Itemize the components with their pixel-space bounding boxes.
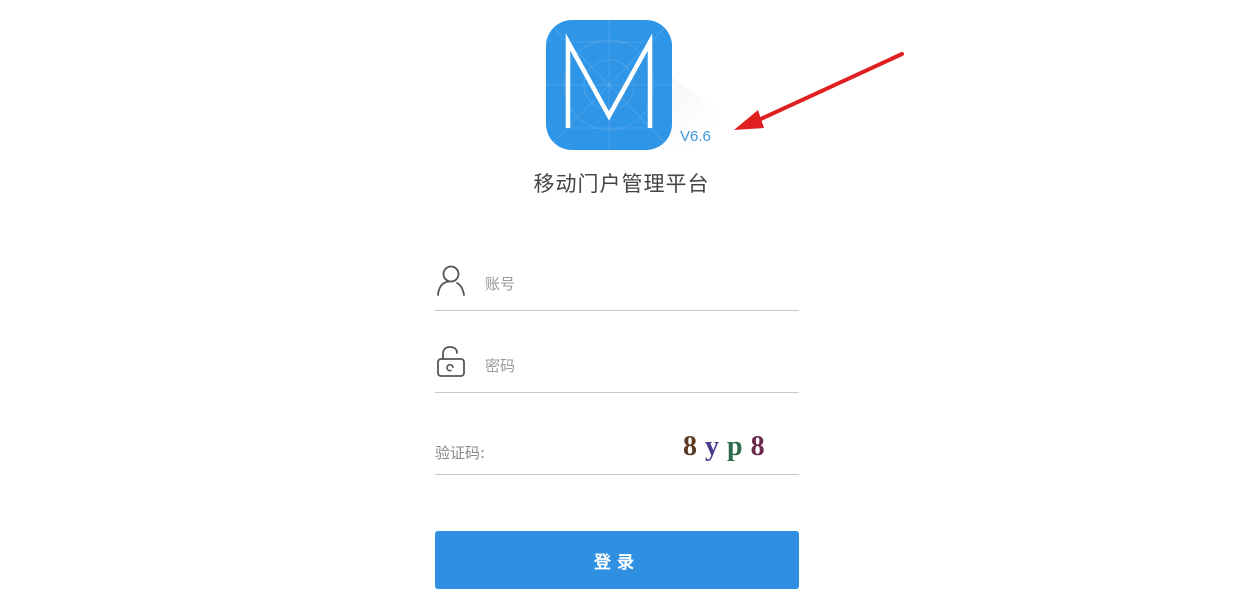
captcha-input[interactable] <box>507 436 657 460</box>
account-input[interactable] <box>485 272 785 296</box>
app-title: 移动门户管理平台 <box>533 172 710 196</box>
captcha-field: 验证码: 8 y p 8 <box>435 414 799 475</box>
captcha-char: p <box>727 431 743 462</box>
unlock-icon <box>437 346 465 377</box>
captcha-char: 8 <box>683 431 697 462</box>
annotation-arrow <box>734 52 904 130</box>
captcha-label: 验证码: <box>435 444 486 462</box>
captcha-char: 8 <box>750 431 765 462</box>
password-field <box>435 332 799 393</box>
version-label: V6.6 <box>680 128 711 145</box>
captcha-char: y <box>705 431 719 462</box>
account-field <box>435 250 799 311</box>
login-form: 验证码: 8 y p 8 <box>435 250 799 475</box>
user-icon <box>437 265 465 296</box>
app-logo <box>546 20 672 150</box>
logo-m-icon <box>546 20 672 150</box>
logo-tile <box>546 20 672 150</box>
captcha-image[interactable]: 8 y p 8 <box>683 430 765 464</box>
login-button[interactable]: 登录 <box>435 531 799 589</box>
password-input[interactable] <box>485 354 785 378</box>
